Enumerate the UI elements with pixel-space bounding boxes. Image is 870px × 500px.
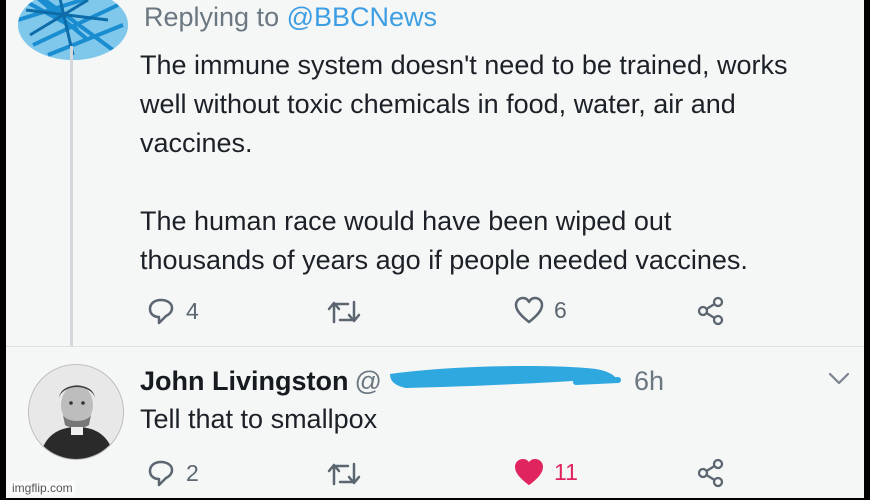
watermark: imgflip.com bbox=[10, 481, 75, 495]
reply-count: 2 bbox=[186, 459, 199, 486]
tweet-time: 6h bbox=[634, 366, 665, 396]
replying-handle-link[interactable]: @BBCNews bbox=[287, 2, 437, 32]
author-handle[interactable]: @ bbox=[355, 366, 382, 397]
author-row: John Livingston @ bbox=[140, 366, 382, 397]
reply-text: Tell that to smallpox bbox=[140, 404, 378, 434]
reply-icon bbox=[148, 460, 174, 487]
replying-to: Replying to @BBCNews bbox=[144, 2, 437, 33]
reply-button[interactable]: 4 bbox=[146, 296, 199, 326]
avatar-scribbled[interactable] bbox=[18, 0, 128, 60]
share-button[interactable] bbox=[696, 296, 726, 326]
tweet-text: The immune system doesn't need to be tra… bbox=[140, 50, 788, 275]
avatar-portrait[interactable] bbox=[28, 364, 124, 460]
like-count: 6 bbox=[554, 296, 567, 323]
like-count: 11 bbox=[554, 458, 578, 485]
reply-count: 4 bbox=[186, 297, 199, 324]
retweet-button[interactable] bbox=[326, 298, 362, 326]
like-icon bbox=[515, 459, 543, 485]
retweet-icon bbox=[327, 462, 361, 486]
tweet-thread: Replying to @BBCNews The immune system d… bbox=[6, 0, 864, 498]
author-name[interactable]: John Livingston bbox=[140, 366, 349, 397]
reply-icon bbox=[148, 298, 174, 325]
retweet-icon bbox=[327, 300, 361, 324]
retweet-button[interactable] bbox=[326, 460, 362, 488]
handle-redaction bbox=[390, 366, 621, 388]
like-button[interactable]: 6 bbox=[514, 296, 567, 324]
chevron-down-icon[interactable] bbox=[828, 372, 850, 386]
like-icon bbox=[514, 296, 544, 324]
share-button[interactable] bbox=[696, 458, 726, 488]
reply-button[interactable]: 2 bbox=[146, 458, 199, 488]
like-button[interactable]: 11 bbox=[514, 458, 578, 486]
replying-prefix: Replying to bbox=[144, 2, 287, 32]
tweet-divider bbox=[6, 346, 864, 347]
share-icon bbox=[697, 296, 724, 326]
thread-line bbox=[70, 46, 73, 346]
share-icon bbox=[697, 458, 724, 488]
